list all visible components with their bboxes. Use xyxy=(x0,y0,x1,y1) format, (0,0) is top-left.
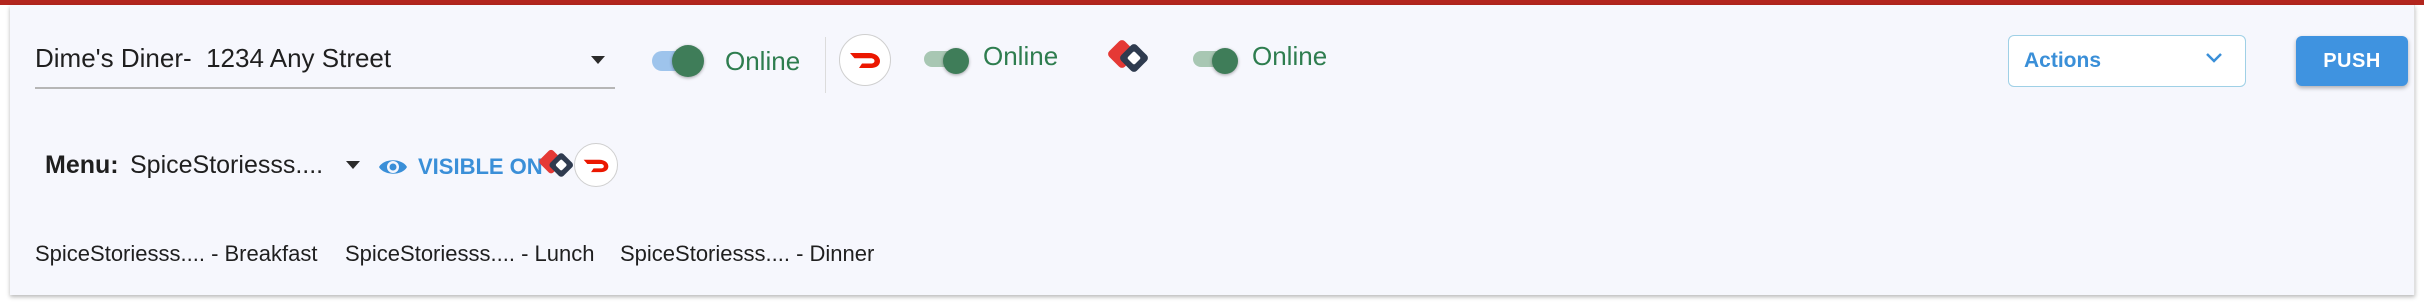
primary-status-text: Online xyxy=(725,46,801,76)
chevron-down-icon xyxy=(2206,53,2222,63)
eye-icon xyxy=(379,160,407,174)
diamond-platform-status-text: Online xyxy=(1252,41,1328,71)
doordash-glyph xyxy=(583,159,609,172)
primary-online-toggle[interactable] xyxy=(652,45,704,77)
visible-on-label: VISIBLE ON xyxy=(418,154,543,179)
actions-dropdown[interactable]: Actions xyxy=(2008,35,2246,87)
store-select[interactable]: Dime's Diner- 1234 Any Street xyxy=(35,35,615,89)
stacked-diamond-glyph xyxy=(1108,40,1148,72)
daypart-dinner[interactable]: SpiceStoriesss.... - Dinner xyxy=(620,241,874,267)
push-button[interactable]: PUSH xyxy=(2296,36,2408,86)
menu-select[interactable]: SpiceStoriesss.... xyxy=(130,145,362,185)
caret-down-icon xyxy=(591,56,605,64)
daypart-lunch[interactable]: SpiceStoriesss.... - Lunch xyxy=(345,241,594,267)
toggle-knob xyxy=(672,45,704,77)
menu-label: Menu: xyxy=(45,151,119,179)
stacked-diamond-glyph xyxy=(539,149,573,177)
toggle-knob xyxy=(1212,48,1238,74)
diamond-platform-online-toggle[interactable] xyxy=(1193,48,1238,74)
daypart-breakfast[interactable]: SpiceStoriesss.... - Breakfast xyxy=(35,241,317,267)
store-select-value: Dime's Diner- 1234 Any Street xyxy=(35,43,392,73)
caret-down-icon xyxy=(346,161,360,169)
actions-label: Actions xyxy=(2024,49,2102,72)
doordash-status-text: Online xyxy=(983,41,1059,71)
toggle-knob xyxy=(943,48,969,74)
doordash-online-toggle[interactable] xyxy=(924,48,969,74)
doordash-logo-icon xyxy=(839,34,891,86)
divider xyxy=(825,37,826,93)
doordash-logo-icon xyxy=(574,143,618,187)
stacked-diamond-logo-icon xyxy=(1101,32,1157,84)
store-menu-panel: Dime's Diner- 1234 Any Street Online Onl… xyxy=(10,5,2415,295)
doordash-glyph xyxy=(850,53,880,68)
menu-select-value: SpiceStoriesss.... xyxy=(130,151,324,179)
